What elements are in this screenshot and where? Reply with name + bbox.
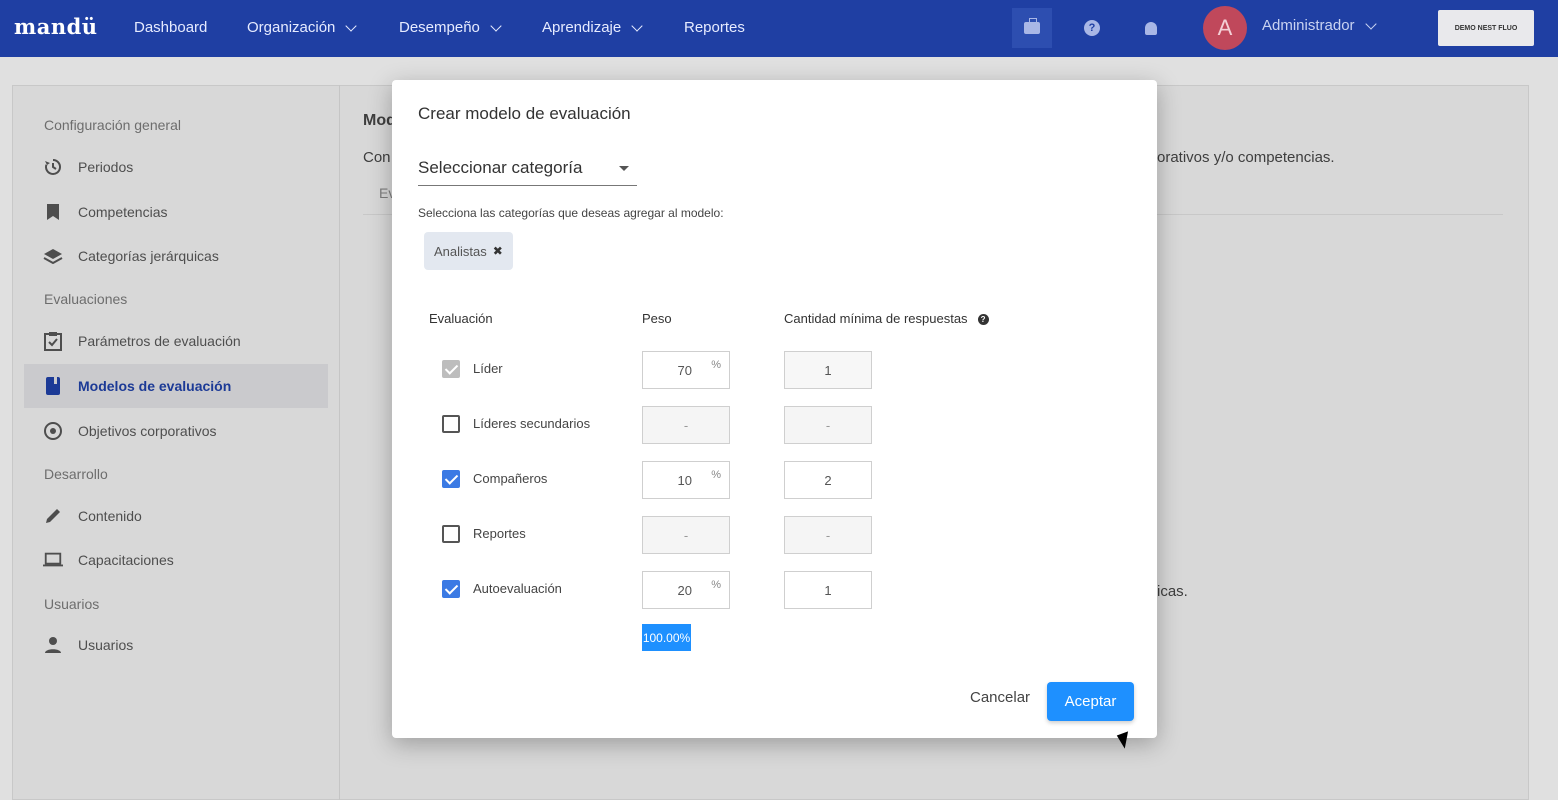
dialog-title: Crear modelo de evaluación bbox=[418, 104, 631, 123]
percent-sign: % bbox=[711, 579, 721, 591]
cantidad-value: - bbox=[825, 527, 831, 543]
briefcase-button[interactable] bbox=[1012, 8, 1052, 48]
close-icon[interactable]: ✖ bbox=[493, 244, 503, 258]
cancel-button[interactable]: Cancelar bbox=[970, 689, 1030, 706]
peso-input[interactable]: 70% bbox=[642, 351, 730, 389]
bell-icon bbox=[1145, 21, 1157, 35]
caret-down-icon bbox=[619, 166, 629, 171]
peso-input: - bbox=[642, 516, 730, 554]
category-chip: Analistas ✖ bbox=[424, 232, 513, 270]
nav-reportes-label: Reportes bbox=[684, 19, 745, 36]
nav-organizacion-label: Organización bbox=[247, 19, 336, 36]
nav-dashboard[interactable]: Dashboard bbox=[134, 19, 207, 36]
column-cantidad-label: Cantidad mínima de respuestas bbox=[784, 311, 968, 326]
avatar[interactable]: A bbox=[1203, 6, 1247, 50]
cantidad-input[interactable]: 1 bbox=[784, 351, 872, 389]
row-label: Líderes secundarios bbox=[473, 416, 591, 431]
help-icon: ? bbox=[1084, 20, 1100, 36]
peso-input: - bbox=[642, 406, 730, 444]
cantidad-input: - bbox=[784, 406, 872, 444]
helper-text: Selecciona las categorías que deseas agr… bbox=[418, 206, 724, 220]
nav-aprendizaje-label: Aprendizaje bbox=[542, 19, 622, 36]
nav-desempeno-label: Desempeño bbox=[399, 19, 480, 36]
category-select-label: Seleccionar categoría bbox=[418, 158, 583, 177]
checkbox-companeros[interactable] bbox=[442, 470, 460, 488]
peso-input[interactable]: 20% bbox=[642, 571, 730, 609]
chevron-down-icon bbox=[1364, 17, 1377, 30]
cantidad-input[interactable]: 1 bbox=[784, 571, 872, 609]
nav-reportes[interactable]: Reportes bbox=[684, 19, 745, 36]
row-label: Compañeros bbox=[473, 471, 548, 486]
logo[interactable]: mandü bbox=[14, 14, 98, 39]
peso-value: 20 bbox=[677, 583, 692, 598]
column-cantidad: Cantidad mínima de respuestas? bbox=[784, 311, 989, 326]
top-navbar: mandü Dashboard Organización Desempeño A… bbox=[0, 0, 1558, 57]
nav-dashboard-label: Dashboard bbox=[134, 19, 208, 36]
user-menu[interactable]: Administrador bbox=[1262, 17, 1377, 34]
column-peso: Peso bbox=[642, 311, 672, 326]
briefcase-icon bbox=[1024, 18, 1040, 34]
checkbox-reportes[interactable] bbox=[442, 525, 460, 543]
accept-button[interactable]: Aceptar bbox=[1047, 682, 1134, 721]
nav-desempeno[interactable]: Desempeño bbox=[399, 19, 502, 36]
row-label: Líder bbox=[473, 361, 503, 376]
cantidad-input: - bbox=[784, 516, 872, 554]
chevron-down-icon bbox=[631, 19, 643, 32]
percent-sign: % bbox=[711, 469, 721, 481]
cantidad-value: 2 bbox=[824, 472, 832, 488]
category-select[interactable]: Seleccionar categoría bbox=[418, 158, 637, 186]
checkbox-lider bbox=[442, 360, 460, 378]
cantidad-value: - bbox=[825, 417, 831, 433]
chevron-down-icon bbox=[345, 19, 358, 32]
checkbox-autoevaluacion[interactable] bbox=[442, 580, 460, 598]
row-label: Reportes bbox=[473, 526, 526, 541]
cantidad-value: 1 bbox=[824, 582, 832, 598]
checkbox-lideres-secundarios[interactable] bbox=[442, 415, 460, 433]
peso-value: 10 bbox=[677, 473, 692, 488]
notifications-button[interactable] bbox=[1131, 8, 1171, 48]
peso-value: - bbox=[683, 417, 689, 433]
cantidad-input[interactable]: 2 bbox=[784, 461, 872, 499]
cantidad-value: 1 bbox=[824, 362, 832, 378]
row-label: Autoevaluación bbox=[473, 581, 562, 596]
user-name: Administrador bbox=[1262, 17, 1355, 34]
help-button[interactable]: ? bbox=[1072, 8, 1112, 48]
nav-aprendizaje[interactable]: Aprendizaje bbox=[542, 19, 643, 36]
nav-organizacion[interactable]: Organización bbox=[247, 19, 358, 36]
chip-label: Analistas bbox=[434, 243, 487, 259]
percent-sign: % bbox=[711, 359, 721, 371]
column-evaluacion: Evaluación bbox=[429, 311, 493, 326]
peso-value: 70 bbox=[677, 363, 692, 378]
peso-input[interactable]: 10% bbox=[642, 461, 730, 499]
help-icon[interactable]: ? bbox=[977, 314, 989, 326]
create-model-dialog: Crear modelo de evaluación Seleccionar c… bbox=[392, 80, 1157, 738]
chevron-down-icon bbox=[490, 19, 502, 32]
peso-value: - bbox=[683, 527, 689, 543]
total-weight: 100.00% bbox=[642, 624, 691, 651]
demo-account-button[interactable]: DEMO NEST FLUO bbox=[1438, 10, 1534, 46]
